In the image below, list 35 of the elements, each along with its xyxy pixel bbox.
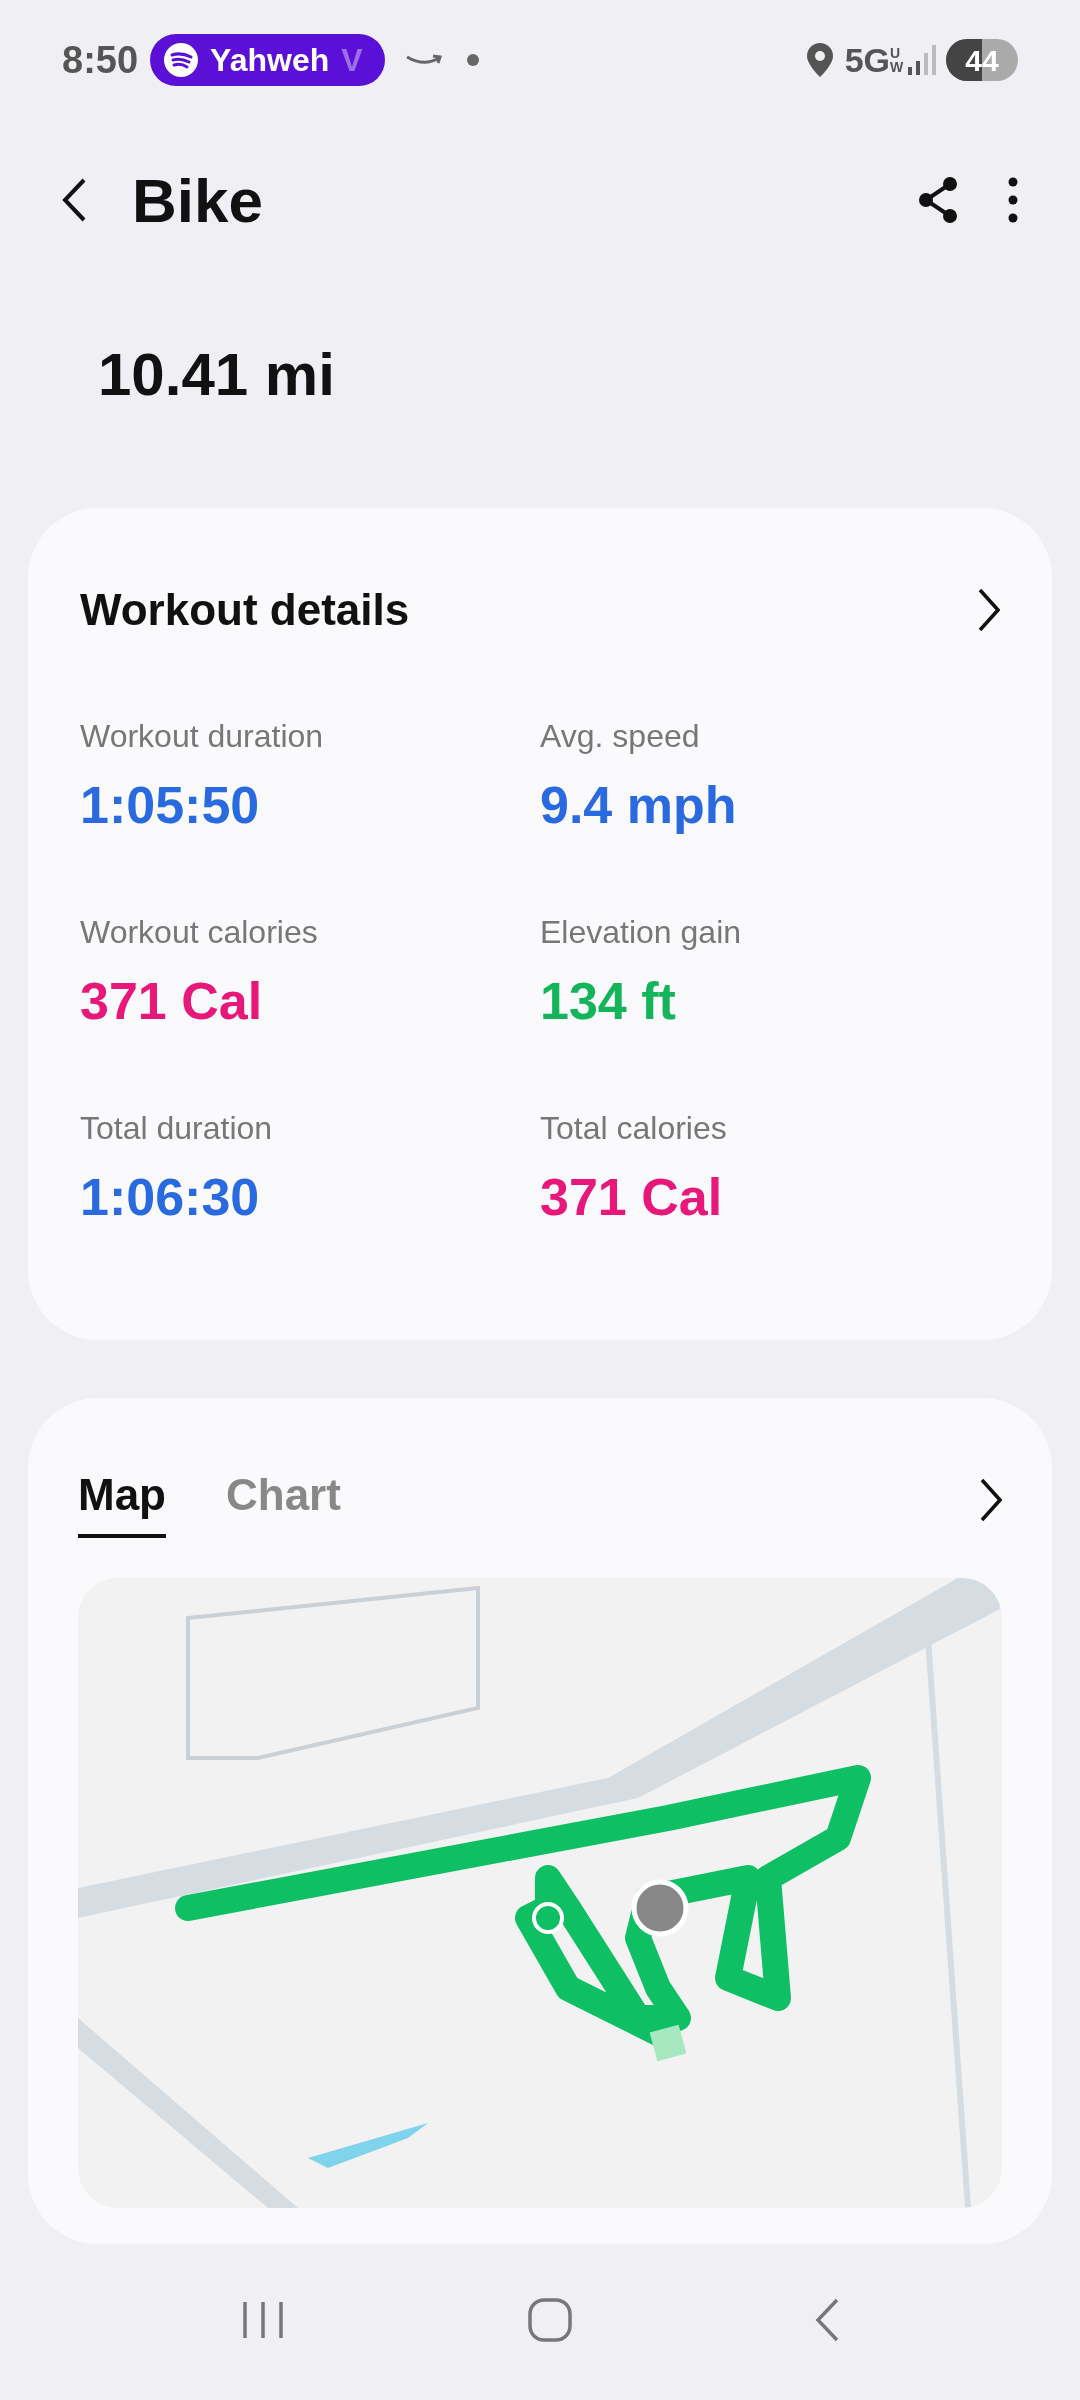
distance-value: 10.41 mi — [98, 340, 335, 410]
chevron-right-icon[interactable] — [978, 588, 1000, 632]
media-pill[interactable]: Yahweh V — [150, 34, 385, 86]
tab[interactable]: Map — [78, 1462, 166, 1538]
stat-value: 9.4 mph — [540, 775, 738, 836]
card-title: Workout details — [80, 584, 410, 636]
stat-value: 1:05:50 — [80, 775, 261, 836]
stat-label: Total duration — [80, 1109, 274, 1148]
stat-label: Workout duration — [80, 717, 325, 756]
network-subtype: UW — [890, 46, 904, 74]
stat-label: Workout calories — [80, 913, 319, 952]
clock: 8:50 — [62, 37, 139, 83]
more-options-icon[interactable] — [1008, 177, 1018, 223]
stat-value: 134 ft — [540, 971, 677, 1032]
page-title: Bike — [132, 164, 263, 237]
smile-arrow-icon — [404, 53, 443, 67]
dot-icon — [466, 54, 479, 66]
stat-label: Avg. speed — [540, 717, 701, 756]
media-title: Yahweh — [210, 41, 330, 80]
stat-label: Elevation gain — [540, 913, 743, 952]
signal-icon — [908, 45, 936, 75]
location-icon — [806, 43, 833, 77]
stat-value: 371 Cal — [540, 1167, 724, 1228]
stat-value: 371 Cal — [80, 971, 264, 1032]
battery-indicator: 44 — [946, 39, 1018, 81]
stat-label: Total calories — [540, 1109, 728, 1148]
home-icon[interactable] — [527, 2297, 573, 2343]
network-type: 5G — [844, 39, 890, 81]
chevron-right-icon[interactable] — [980, 1478, 1002, 1522]
music-app-icon — [164, 43, 199, 77]
back-icon[interactable] — [62, 178, 86, 222]
media-title-tail: V — [341, 41, 363, 80]
stat-value: 1:06:30 — [80, 1167, 261, 1228]
share-icon[interactable] — [916, 176, 960, 224]
recent-apps-icon[interactable] — [241, 2300, 285, 2340]
